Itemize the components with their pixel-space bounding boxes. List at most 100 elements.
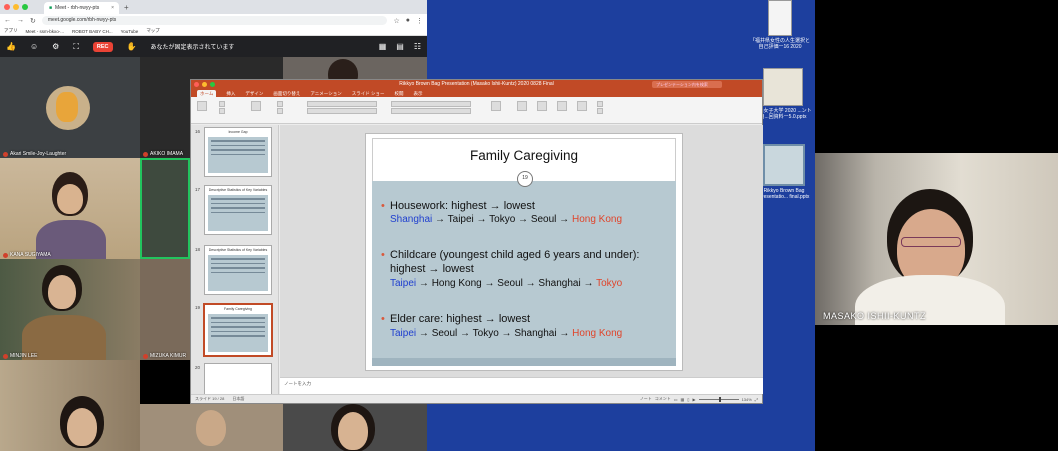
reload-icon[interactable]: ↻: [30, 17, 36, 25]
close-window-button[interactable]: [194, 82, 199, 87]
tab-home[interactable]: ホーム: [197, 90, 217, 97]
presenter-video[interactable]: MASAKO ISHII-KUNTZ: [815, 153, 1058, 325]
desktop-file[interactable]: Rikkyo Brown Bag Presentatio... final.pp…: [754, 144, 814, 200]
bullet-housework: Housework: highest → lowest: [381, 199, 535, 213]
close-window-button[interactable]: [4, 4, 10, 10]
comments-toggle[interactable]: コメント: [655, 396, 671, 402]
slide-thumbnail-selected[interactable]: Family Caregiving: [203, 303, 273, 357]
slide-thumbnail[interactable]: Descriptive Statistics of Key Variables: [204, 245, 272, 295]
participant-tile-active[interactable]: [140, 158, 190, 259]
new-slide-icon[interactable]: [251, 101, 261, 111]
fullscreen-icon[interactable]: ⛶: [73, 42, 79, 52]
clipboard-group: [219, 101, 225, 115]
maximize-window-button[interactable]: [210, 82, 215, 87]
ribbon-tabs: ホーム 挿入 デザイン 画面切り替え アニメーション スライド ショー 校閲 表…: [191, 89, 762, 97]
paste-group: [197, 101, 207, 112]
presentation-icon: [763, 144, 805, 186]
slide-canvas: Family Caregiving 19 Housework: highest …: [280, 125, 763, 377]
fill-group: [597, 101, 603, 115]
desktop-file[interactable]: 「福井県女性の人生選択と自己評価ー16 2020: [750, 0, 810, 50]
ppt-search-input[interactable]: プレゼンテーション内を検索: [652, 81, 722, 88]
minimize-window-button[interactable]: [13, 4, 19, 10]
profile-icon[interactable]: ●: [406, 17, 410, 24]
participant-tile[interactable]: [0, 360, 140, 451]
copy-icon[interactable]: [219, 108, 225, 114]
shape-outline-icon[interactable]: [597, 108, 603, 114]
route-highest: Taipei: [390, 278, 417, 289]
current-slide[interactable]: Family Caregiving 19 Housework: highest …: [365, 133, 683, 371]
maximize-window-button[interactable]: [22, 4, 28, 10]
bookmark-star-icon[interactable]: ☆: [393, 17, 399, 25]
layout-icon[interactable]: [277, 101, 283, 107]
address-bar[interactable]: meet.google.com/rbh-nwyy-pts: [41, 16, 388, 25]
arrange-group: [557, 101, 567, 112]
chat-icon[interactable]: ▤: [396, 42, 404, 51]
zoom-level[interactable]: 134%: [742, 397, 752, 402]
notes-toggle[interactable]: ノート: [640, 396, 652, 402]
route-lowest: Tokyo: [596, 278, 623, 289]
arrange-icon[interactable]: [557, 101, 567, 111]
font-name-select[interactable]: [307, 101, 377, 107]
thumb-body: [208, 314, 268, 352]
participant-tile[interactable]: Akari Smile-Joy-Laughter: [0, 57, 140, 158]
minimize-window-button[interactable]: [202, 82, 207, 87]
shapes-icon[interactable]: [537, 101, 547, 111]
participant-tile[interactable]: KANA SUGIYAMA: [0, 158, 140, 259]
bookmark-item[interactable]: アプリ: [4, 28, 18, 34]
grid-icon[interactable]: ▦: [379, 42, 387, 51]
shape-fill-icon[interactable]: [597, 101, 603, 107]
smartart-icon[interactable]: [491, 101, 501, 111]
thumb-title: Descriptive Statistics of Key Variables: [208, 188, 268, 192]
slide-content: Housework: highest → lowest Shanghai → T…: [372, 181, 676, 358]
thumb-number: 17: [195, 187, 201, 192]
participant-tile[interactable]: MIZUKA KIMUR: [140, 259, 190, 360]
participant-tile[interactable]: [140, 404, 283, 451]
list-buttons[interactable]: [391, 101, 471, 107]
zoom-slider[interactable]: [698, 396, 739, 402]
tab-strip: ■ Meet - rbh-nwyy-pts × +: [0, 0, 427, 14]
new-tab-button[interactable]: +: [124, 2, 129, 14]
recording-badge: REC: [92, 41, 113, 52]
slide-thumbnail[interactable]: Income Gap: [204, 127, 272, 177]
menu-dots-icon[interactable]: ⋮: [416, 17, 423, 25]
people-icon[interactable]: ☷: [414, 42, 421, 51]
cut-icon[interactable]: [219, 101, 225, 107]
back-icon[interactable]: ←: [4, 17, 11, 24]
fit-window-icon[interactable]: ⤢: [755, 397, 758, 402]
quick-styles-icon[interactable]: [577, 101, 587, 111]
route-middle: → Taipei → Tokyo → Seoul →: [432, 214, 572, 225]
person-icon[interactable]: ☺: [30, 42, 38, 51]
route-highest: Taipei: [390, 328, 417, 339]
font-style-buttons[interactable]: [307, 108, 377, 114]
thumb-body: [208, 137, 268, 173]
participant-tile[interactable]: [283, 404, 427, 451]
settings-icon[interactable]: ⚙: [52, 42, 59, 51]
picture-icon[interactable]: [517, 101, 527, 111]
participant-name-label: KANA SUGIYAMA: [10, 252, 51, 258]
language-status[interactable]: 日本語: [232, 396, 244, 402]
browser-tab[interactable]: ■ Meet - rbh-nwyy-pts ×: [44, 2, 119, 14]
bookmark-item[interactable]: ROBOT BABY CH...: [72, 29, 113, 34]
normal-view-icon[interactable]: ▭: [674, 397, 678, 402]
sorter-view-icon[interactable]: ▦: [681, 397, 685, 402]
tab-close-icon[interactable]: ×: [111, 5, 114, 14]
bookmark-item[interactable]: マップ: [146, 28, 160, 34]
forward-icon[interactable]: →: [17, 17, 24, 24]
reset-icon[interactable]: [277, 108, 283, 114]
align-buttons[interactable]: [391, 108, 471, 114]
mic-off-icon: [3, 252, 8, 258]
bookmark-item[interactable]: Meet - ssm-bkxo-...: [26, 29, 65, 34]
participant-tile[interactable]: MINJIN LEE: [0, 259, 140, 360]
slideshow-view-icon[interactable]: ▶: [692, 397, 695, 402]
slide-thumbnail[interactable]: [204, 363, 272, 394]
paste-icon[interactable]: [197, 101, 207, 111]
slide-thumbnail[interactable]: Descriptive Statistics of Key Variables: [204, 185, 272, 235]
notes-input[interactable]: ノートを入力: [280, 377, 763, 394]
reading-view-icon[interactable]: ▯: [687, 397, 689, 402]
slide-footer-band: [372, 358, 676, 366]
thumbs-up-icon[interactable]: 👍: [6, 42, 16, 51]
participant-tile[interactable]: [283, 57, 427, 79]
bookmark-item[interactable]: YouTube: [121, 29, 139, 34]
avatar: [46, 86, 90, 130]
pin-icon: ✋: [126, 42, 137, 51]
